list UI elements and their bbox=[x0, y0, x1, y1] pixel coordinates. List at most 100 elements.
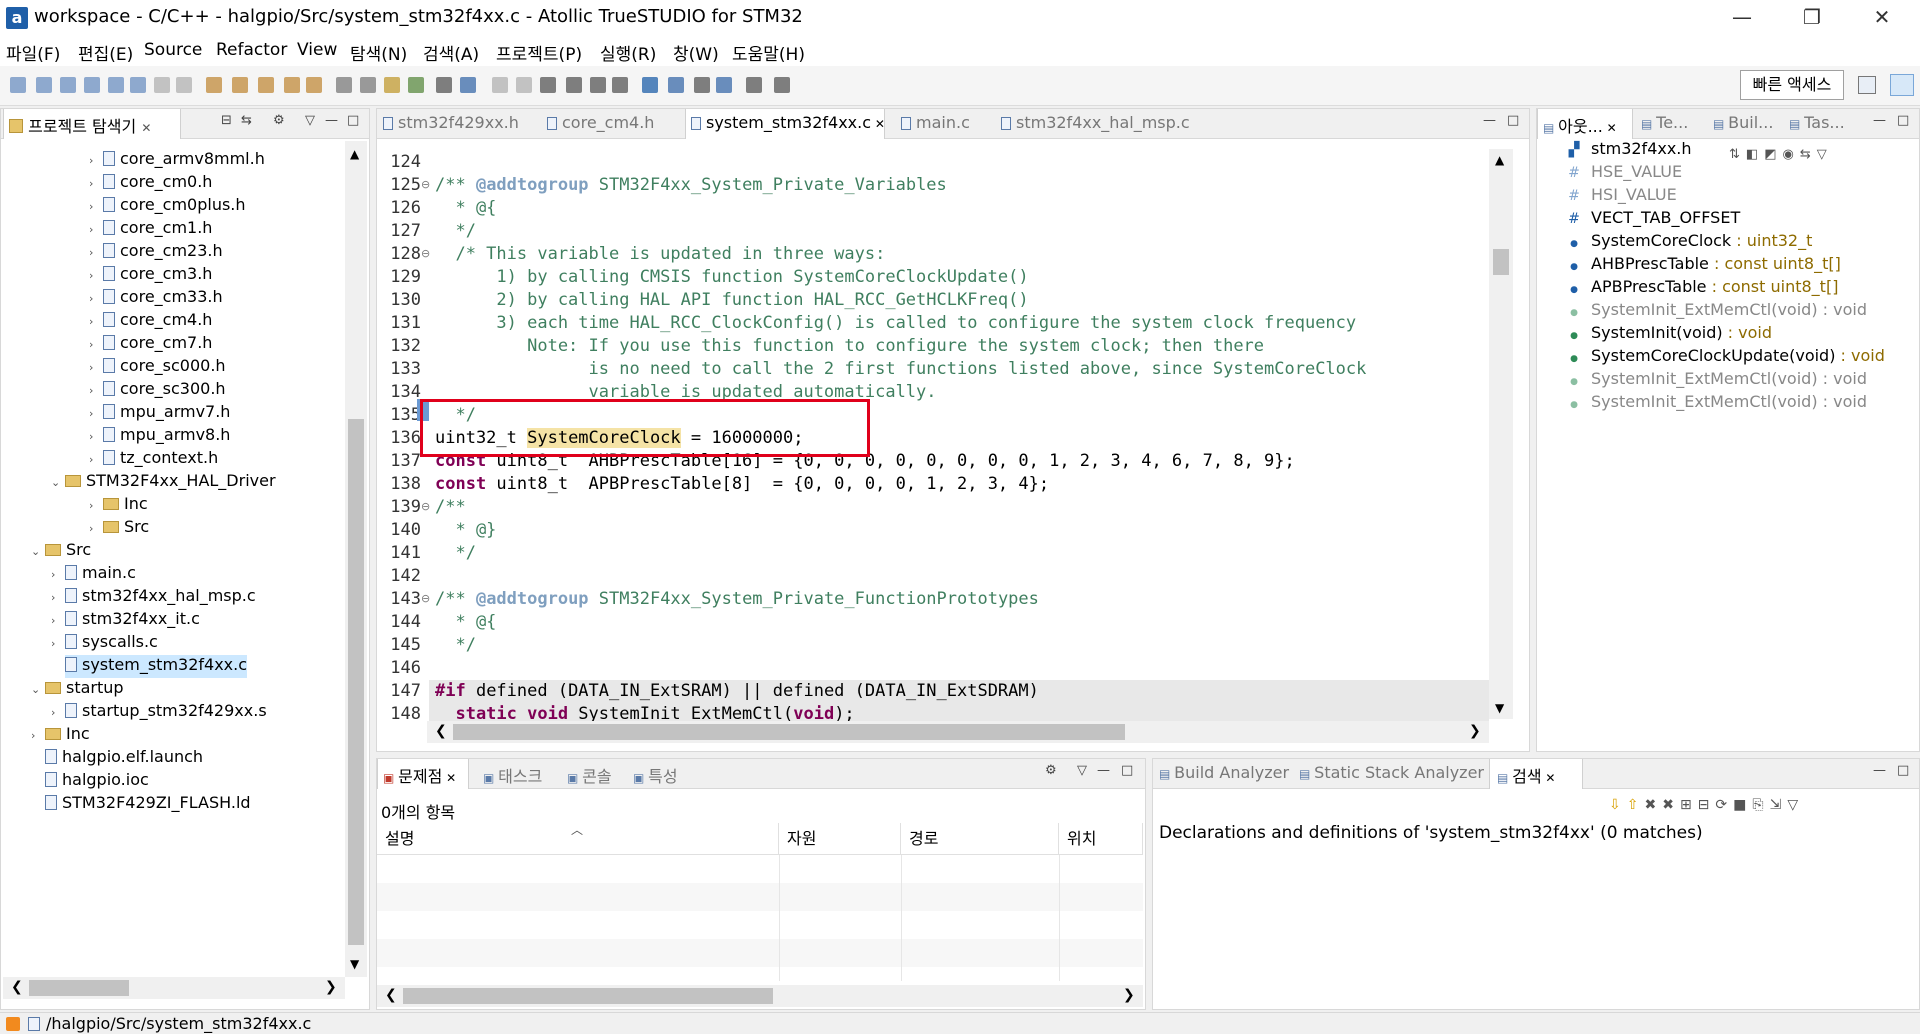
tree-item[interactable]: › syscalls.c bbox=[51, 632, 158, 655]
hide-fields-icon[interactable]: ◧ bbox=[1746, 147, 1764, 162]
tree-item[interactable]: ⌄ Src bbox=[31, 540, 91, 563]
toolbar-button-icon-1[interactable] bbox=[36, 77, 52, 93]
close-icon[interactable]: ✕ bbox=[1542, 771, 1555, 785]
chevron-right-icon[interactable]: › bbox=[89, 453, 103, 466]
scroll-up-icon[interactable]: ▲ bbox=[1495, 153, 1504, 167]
menu-item-3[interactable]: Refactor bbox=[216, 40, 287, 60]
menu-item-8[interactable]: 실행(R) bbox=[600, 40, 656, 65]
search-panel-tab[interactable]: ▤ Build Analyzer bbox=[1159, 763, 1289, 782]
problems-tab[interactable]: ▣ 콘솔 bbox=[567, 763, 612, 787]
tree-item[interactable]: › core_sc000.h bbox=[89, 356, 226, 379]
filter-icon[interactable]: ⚙ bbox=[1045, 763, 1057, 778]
stop-icon[interactable]: ■ bbox=[1733, 797, 1752, 813]
tree-item[interactable]: › main.c bbox=[51, 563, 136, 586]
outline-item[interactable]: ● SystemCoreClockUpdate(void) : void bbox=[1565, 346, 1885, 369]
tree-item[interactable]: ⌄ startup bbox=[31, 678, 124, 701]
history-icon[interactable]: ⎘ bbox=[1752, 797, 1769, 813]
toolbar-button-icon-10[interactable] bbox=[258, 77, 274, 93]
tree-item[interactable]: › core_cm4.h bbox=[89, 310, 212, 333]
pin-icon[interactable]: ⇲ bbox=[1770, 797, 1788, 813]
maximize-view-icon[interactable]: □ bbox=[1897, 113, 1909, 128]
search-panel-tab[interactable]: ▤ Static Stack Analyzer bbox=[1299, 763, 1484, 782]
toolbar-button-icon-19[interactable] bbox=[492, 77, 508, 93]
cpp-perspective-icon[interactable] bbox=[1890, 74, 1914, 96]
close-button[interactable]: ✕ bbox=[1852, 0, 1912, 36]
maximize-view-icon[interactable]: □ bbox=[1121, 763, 1133, 778]
hide-nonpublic-icon[interactable]: ◉ bbox=[1783, 147, 1800, 162]
chevron-right-icon[interactable]: › bbox=[89, 522, 103, 535]
fold-icon[interactable]: ⊖ bbox=[421, 247, 430, 260]
toolbar-button-icon-29[interactable] bbox=[746, 77, 762, 93]
tree-item[interactable]: › startup_stm32f429xx.s bbox=[51, 701, 267, 724]
sort-icon[interactable]: ⇅ bbox=[1729, 147, 1746, 162]
tree-item[interactable]: halgpio.elf.launch bbox=[31, 747, 203, 770]
chevron-down-icon[interactable]: ⌄ bbox=[31, 683, 45, 696]
outline-item[interactable]: ● SystemInit_ExtMemCtl(void) : void bbox=[1565, 300, 1867, 323]
tree-item[interactable]: › core_cm0.h bbox=[89, 172, 212, 195]
outline-item[interactable]: # HSI_VALUE bbox=[1565, 185, 1677, 208]
outline-item[interactable]: ● AHBPrescTable : const uint8_t[] bbox=[1565, 254, 1841, 277]
editor-tab[interactable]: system_stm32f4xx.c ✕ bbox=[691, 113, 885, 132]
editor-tab[interactable]: stm32f429xx.h bbox=[383, 113, 519, 132]
fold-icon[interactable]: ⊖ bbox=[421, 178, 430, 191]
chevron-right-icon[interactable]: › bbox=[51, 591, 65, 604]
restore-button[interactable]: ❐ bbox=[1782, 0, 1842, 36]
next-match-icon[interactable]: ⇩ bbox=[1609, 797, 1627, 813]
menu-item-9[interactable]: 창(W) bbox=[673, 40, 719, 65]
menu-item-7[interactable]: 프로젝트(P) bbox=[496, 40, 582, 65]
toolbar-button-icon-13[interactable] bbox=[336, 77, 352, 93]
editor-horizontal-scrollbar[interactable]: ❮ ❯ bbox=[427, 721, 1489, 743]
toolbar-button-icon-15[interactable] bbox=[384, 77, 400, 93]
tree-item[interactable]: › core_cm23.h bbox=[89, 241, 223, 264]
column-header[interactable]: 자원 bbox=[779, 823, 901, 855]
chevron-right-icon[interactable]: › bbox=[89, 407, 103, 420]
problems-hscroll-thumb[interactable] bbox=[403, 988, 773, 1004]
menu-item-0[interactable]: 파일(F) bbox=[6, 40, 60, 65]
collapse-all-icon[interactable]: ⊟ bbox=[221, 113, 232, 128]
close-icon[interactable]: ✕ bbox=[871, 117, 885, 131]
toolbar-button-icon-12[interactable] bbox=[306, 77, 322, 93]
toolbar-button-icon-3[interactable] bbox=[84, 77, 100, 93]
scroll-up-icon[interactable]: ▲ bbox=[350, 147, 359, 161]
collapse-all-icon[interactable]: ⊟ bbox=[1698, 797, 1716, 813]
chevron-right-icon[interactable]: › bbox=[51, 637, 65, 650]
tree-horizontal-scrollbar[interactable]: ❮ ❯ bbox=[3, 977, 345, 999]
tree-item[interactable]: › tz_context.h bbox=[89, 448, 218, 471]
outline-item[interactable]: ▞ stm32f4xx.h bbox=[1565, 139, 1692, 162]
outline-tab[interactable]: ▤ Buil... bbox=[1713, 113, 1773, 132]
chevron-right-icon[interactable]: › bbox=[51, 614, 65, 627]
chevron-right-icon[interactable]: › bbox=[89, 499, 103, 512]
tree-item[interactable]: › mpu_armv8.h bbox=[89, 425, 230, 448]
toolbar-button-icon-11[interactable] bbox=[284, 77, 300, 93]
perspective-icon[interactable] bbox=[1858, 76, 1876, 94]
tree-vertical-scrollbar[interactable]: ▲ ▼ bbox=[345, 141, 367, 977]
menu-item-10[interactable]: 도움말(H) bbox=[732, 40, 805, 65]
tree-item[interactable]: › Inc bbox=[31, 724, 90, 747]
minimize-view-icon[interactable]: — bbox=[1483, 113, 1496, 128]
tree-item[interactable]: › stm32f4xx_it.c bbox=[51, 609, 200, 632]
tree-item[interactable]: halgpio.ioc bbox=[31, 770, 149, 793]
tree-item[interactable]: › Src bbox=[89, 517, 149, 540]
link-editor-icon[interactable]: ⇆ bbox=[241, 113, 252, 128]
chevron-right-icon[interactable]: › bbox=[89, 200, 103, 213]
toolbar-button-icon-9[interactable] bbox=[232, 77, 248, 93]
outline-item[interactable]: ● SystemInit_ExtMemCtl(void) : void bbox=[1565, 392, 1867, 415]
chevron-right-icon[interactable]: › bbox=[89, 338, 103, 351]
problems-tab[interactable]: ▣ 태스크 bbox=[483, 763, 542, 787]
tree-item[interactable]: STM32F429ZI_FLASH.ld bbox=[31, 793, 251, 816]
scroll-left-icon[interactable]: ❮ bbox=[435, 723, 447, 739]
toolbar-button-icon-7[interactable] bbox=[176, 77, 192, 93]
scroll-down-icon[interactable]: ▼ bbox=[1495, 701, 1504, 715]
tree-item[interactable]: › core_cm7.h bbox=[89, 333, 212, 356]
view-menu-icon[interactable]: ▽ bbox=[1787, 797, 1804, 813]
tree-item[interactable]: › core_cm0plus.h bbox=[89, 195, 246, 218]
outline-item[interactable]: ● SystemInit_ExtMemCtl(void) : void bbox=[1565, 369, 1867, 392]
toolbar-button-icon-8[interactable] bbox=[206, 77, 222, 93]
editor-hscroll-thumb[interactable] bbox=[453, 724, 1125, 740]
link-icon[interactable]: ⇆ bbox=[1800, 147, 1817, 162]
outline-item[interactable]: # HSE_VALUE bbox=[1565, 162, 1682, 185]
chevron-right-icon[interactable]: › bbox=[51, 706, 65, 719]
view-menu-icon[interactable]: ▽ bbox=[305, 113, 315, 128]
menu-item-2[interactable]: Source bbox=[144, 40, 202, 60]
chevron-right-icon[interactable]: › bbox=[89, 384, 103, 397]
